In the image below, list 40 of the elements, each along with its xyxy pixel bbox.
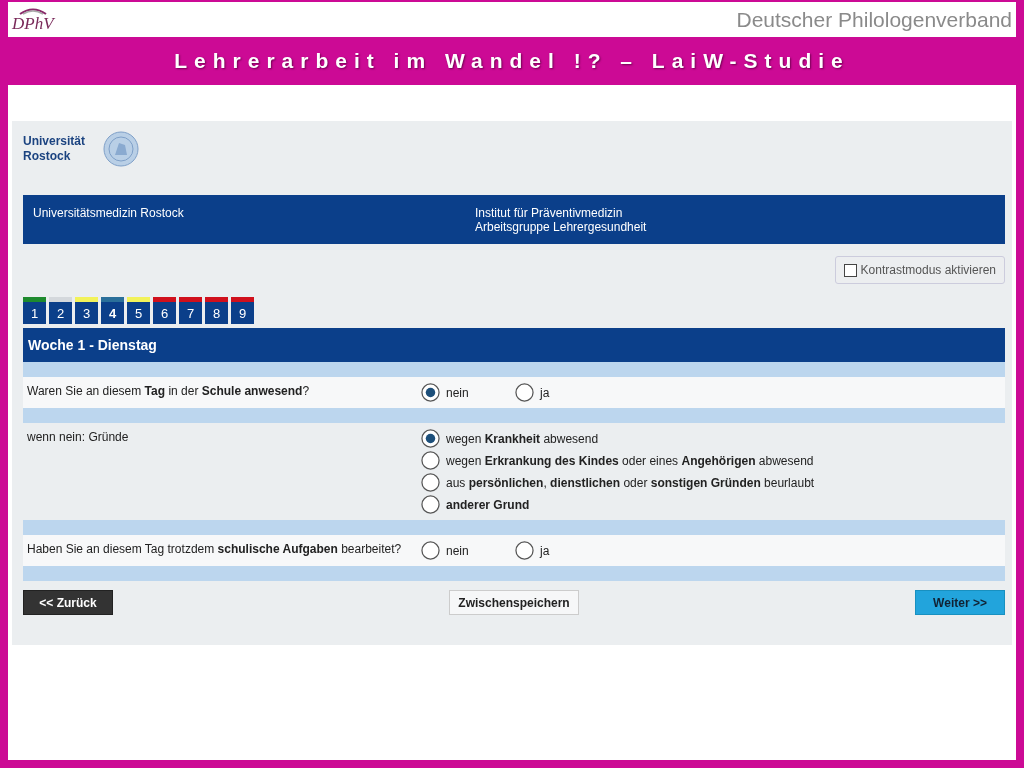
option-label: nein xyxy=(446,543,469,558)
option-label: ja xyxy=(540,385,550,400)
seal-icon xyxy=(103,131,140,167)
option-label: ja xyxy=(540,543,550,558)
university-wordmark: Universität Rostock xyxy=(23,134,86,164)
day-tab[interactable]: 7 xyxy=(179,297,202,324)
organization-name: Deutscher Philologenverband xyxy=(736,7,1012,32)
day-tab[interactable]: 8 xyxy=(205,297,228,324)
day-tab[interactable]: 1 xyxy=(23,297,46,324)
option-label: wegen Erkrankung des Kindes oder eines Angehörigen abwesend xyxy=(446,453,814,468)
option-label: aus persönlichen, dienstlichen oder sonstigen Gründen beurlaubt xyxy=(446,475,815,490)
day-tab[interactable]: 2 xyxy=(49,297,72,324)
question-text: Haben Sie an diesem Tag trotzdem schulische Aufgaben bearbeitet? xyxy=(27,541,403,558)
back-button[interactable]: << Zurück xyxy=(23,590,113,615)
checkbox[interactable] xyxy=(843,263,857,277)
day-tab[interactable]: 3 xyxy=(75,297,98,324)
radio-button[interactable] xyxy=(515,541,534,560)
next-button[interactable]: Weiter >> xyxy=(915,590,1005,615)
day-tab[interactable]: 9 xyxy=(231,297,254,324)
option-label: wegen Krankheit abwesend xyxy=(446,431,599,446)
section-title: Woche 1 - Dienstag xyxy=(23,328,1005,362)
radio-button[interactable] xyxy=(421,429,440,448)
question-text: Waren Sie an diesem Tag in der Schule anwesend? xyxy=(27,383,311,400)
radio-button[interactable] xyxy=(421,495,440,514)
save-button[interactable]: Zwischenspeichern xyxy=(449,590,579,615)
radio-button[interactable] xyxy=(421,541,440,560)
dphv-logo: DPhV xyxy=(12,7,54,32)
option-label: nein xyxy=(446,385,469,400)
day-tab[interactable]: 4 xyxy=(101,297,124,324)
question-text: wenn nein: Gründe xyxy=(27,429,130,446)
slide-title: Lehrerarbeit im Wandel !? – LaiW-Studie xyxy=(173,48,851,74)
radio-button[interactable] xyxy=(421,451,440,470)
option-label: anderer Grund xyxy=(446,497,530,512)
contrast-mode-toggle[interactable]: Kontrastmodus aktivieren xyxy=(834,256,1005,284)
header-banner: Universitätsmedizin Rostock Institut für Präventivmedizin Arbeitsgruppe Lehrergesundheit xyxy=(23,195,1005,244)
day-tab[interactable]: 5 xyxy=(127,297,150,324)
day-tab[interactable]: 6 xyxy=(153,297,176,324)
radio-button[interactable] xyxy=(515,383,534,402)
radio-button[interactable] xyxy=(421,383,440,402)
radio-button[interactable] xyxy=(421,473,440,492)
